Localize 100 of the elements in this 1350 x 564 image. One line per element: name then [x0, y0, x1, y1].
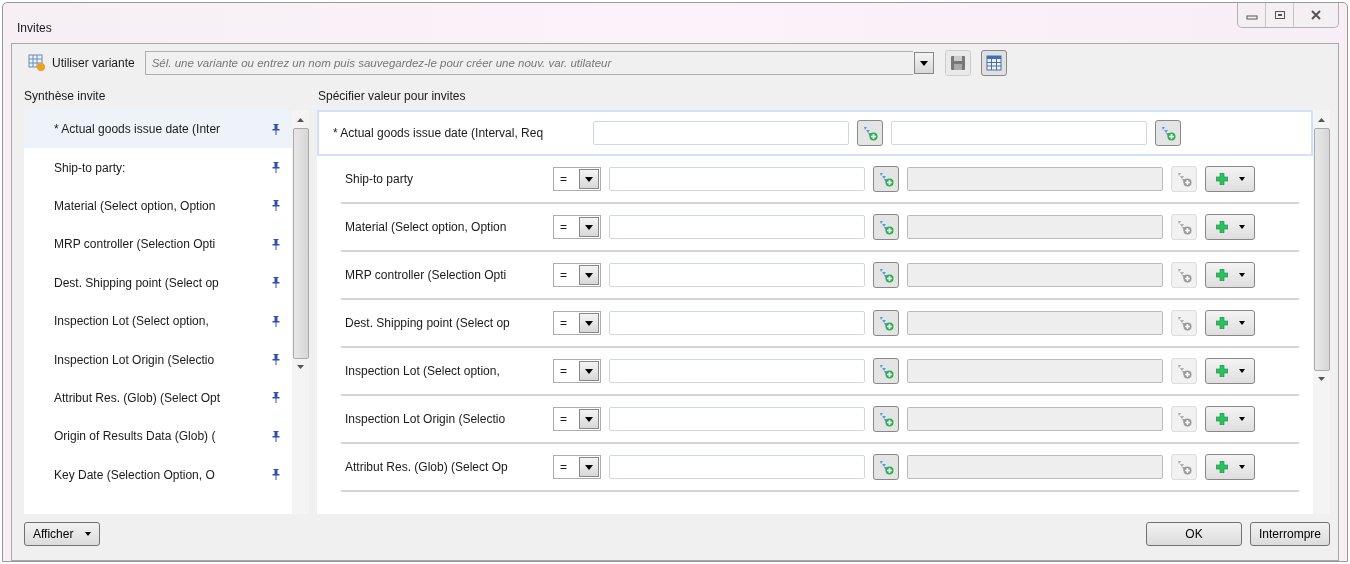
value-help-disabled-icon: [1176, 171, 1192, 187]
plus-icon: [1215, 269, 1228, 281]
table-icon: [985, 55, 1002, 71]
value-help-disabled-icon: [1176, 459, 1192, 475]
value-help-button[interactable]: [873, 262, 899, 288]
add-button[interactable]: [1205, 262, 1255, 288]
plus-icon: [1215, 413, 1228, 425]
dialog-button[interactable]: OK: [1145, 522, 1242, 546]
add-button[interactable]: [1205, 454, 1255, 480]
plus-icon: [1215, 173, 1228, 185]
operator-dropdown[interactable]: =: [553, 263, 601, 287]
value-help-button[interactable]: [1155, 120, 1181, 146]
dialog-button[interactable]: Interrompre: [1249, 522, 1330, 546]
value-field[interactable]: [609, 263, 865, 287]
prompt-summary-item[interactable]: Material (Select option, Option: [24, 186, 292, 226]
prompt-summary-item[interactable]: * Actual goods issue date (Inter: [24, 110, 292, 149]
pin-icon: [272, 162, 280, 174]
value-help-icon: [878, 219, 894, 235]
add-button[interactable]: [1205, 406, 1255, 432]
dropdown-arrow-icon: [585, 272, 593, 278]
plus-icon: [1215, 221, 1228, 233]
plus-icon: [1215, 365, 1228, 377]
value-help-icon: [862, 125, 878, 141]
prompt-row[interactable]: * Actual goods issue date (Interval, Req: [317, 110, 1313, 156]
prompt-label: Inspection Lot (Select option,: [345, 364, 501, 378]
caret-icon: [1238, 177, 1245, 181]
table-button[interactable]: [980, 50, 1007, 76]
value-field[interactable]: [609, 215, 865, 239]
value-field[interactable]: [609, 359, 865, 383]
value-help-disabled-icon: [1176, 219, 1192, 235]
save-button[interactable]: [944, 50, 971, 76]
add-button[interactable]: [1205, 166, 1255, 192]
caret-icon: [1238, 465, 1245, 469]
prompt-summary-item[interactable]: MRP controller (Selection Opti: [24, 225, 292, 264]
prompt-label: Inspection Lot Origin (Selectio: [345, 412, 507, 426]
value-help-button[interactable]: [873, 166, 899, 192]
add-button[interactable]: [1205, 358, 1255, 384]
value-help-icon: [878, 363, 894, 379]
scrollbar[interactable]: [1313, 110, 1330, 514]
prompt-summary-item[interactable]: Inspection Lot (Select option,: [24, 301, 292, 341]
value-help-button[interactable]: [873, 310, 899, 336]
pin-icon: [272, 392, 280, 404]
value-field[interactable]: [593, 121, 849, 145]
value-help-button[interactable]: [857, 120, 883, 146]
prompt-label: Dest. Shipping point (Select op: [345, 316, 511, 330]
caret-icon: [1238, 225, 1245, 229]
close-icon: [1310, 9, 1322, 21]
caret-icon: [1238, 321, 1245, 325]
window-title: Invites: [17, 21, 52, 35]
prompt-label: Ship-to party: [345, 172, 415, 186]
value-field[interactable]: [609, 407, 865, 431]
table-variant-icon: [28, 54, 46, 72]
value-help-disabled-icon: [1176, 267, 1192, 283]
prompt-summary-item[interactable]: Attribut Res. (Glob) (Select Opt: [24, 378, 292, 418]
variant-field[interactable]: Sél. une variante ou entrez un nom puis sauvegardez-le pour créer une nouv. var. utilateur: [144, 51, 913, 75]
dropdown-arrow-icon: [585, 224, 593, 230]
show-menu-button[interactable]: Afficher: [24, 522, 101, 546]
value-field[interactable]: [609, 455, 865, 479]
value-help-disabled-icon: [1176, 411, 1192, 427]
pin-icon: [272, 200, 280, 212]
value-field[interactable]: [891, 121, 1147, 145]
variant-label: Utiliser variante: [52, 56, 135, 70]
value-field[interactable]: [609, 167, 865, 191]
prompt-summary-item[interactable]: Dest. Shipping point (Select op: [24, 263, 292, 302]
dropdown-arrow-icon: [585, 464, 593, 470]
operator-dropdown[interactable]: =: [553, 167, 601, 191]
dropdown-arrow-icon: [585, 368, 593, 374]
value-help-icon: [878, 411, 894, 427]
scrollbar[interactable]: [292, 110, 309, 514]
prompt-summary-item[interactable]: Ship-to party:: [24, 148, 292, 187]
prompt-label: MRP controller (Selection Opti: [345, 268, 508, 282]
add-button[interactable]: [1205, 214, 1255, 240]
value-help-icon: [878, 171, 894, 187]
operator-dropdown[interactable]: =: [553, 215, 601, 239]
dropdown-button[interactable]: [913, 52, 934, 74]
operator-dropdown[interactable]: =: [553, 407, 601, 431]
value-help-icon: [878, 267, 894, 283]
prompt-summary-item[interactable]: Inspection Lot Origin (Selectio: [24, 340, 292, 379]
scroll-down-icon: [1318, 376, 1325, 381]
pin-icon: [272, 469, 280, 481]
operator-dropdown[interactable]: =: [553, 311, 601, 335]
prompt-label: Attribut Res. (Glob) (Select Op: [345, 460, 509, 474]
add-button[interactable]: [1205, 310, 1255, 336]
operator-dropdown[interactable]: =: [553, 359, 601, 383]
prompt-summary-item[interactable]: Origin of Results Data (Glob) (: [24, 417, 292, 456]
value-field[interactable]: [609, 311, 865, 335]
prompt-label: Material (Select option, Option: [345, 220, 508, 234]
pin-icon: [272, 277, 280, 289]
scroll-up-icon: [297, 118, 304, 122]
value-help-button[interactable]: [873, 358, 899, 384]
value-help-button[interactable]: [873, 406, 899, 432]
value-help-button[interactable]: [873, 454, 899, 480]
scroll-down-icon: [297, 364, 304, 369]
pin-icon: [272, 354, 280, 366]
scroll-up-icon: [1318, 118, 1325, 122]
prompt-summary-item[interactable]: Key Date (Selection Option, O: [24, 455, 292, 494]
operator-dropdown[interactable]: =: [553, 455, 601, 479]
dropdown-arrow-icon: [585, 320, 593, 326]
pin-icon: [272, 123, 280, 135]
value-help-button[interactable]: [873, 214, 899, 240]
